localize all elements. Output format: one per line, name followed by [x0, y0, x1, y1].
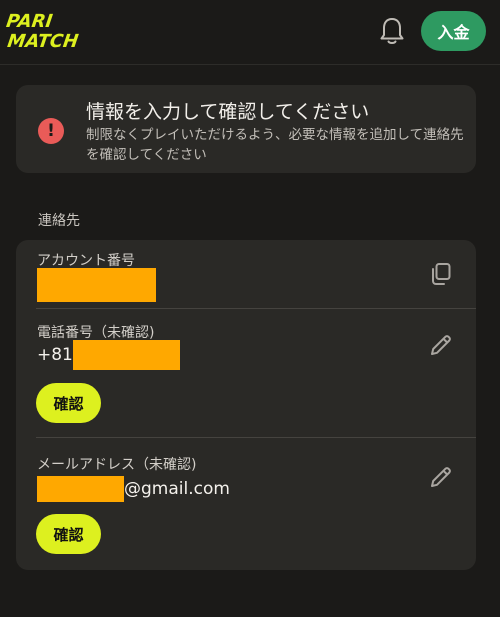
alert-title: 情報を入力して確認してください: [86, 101, 370, 123]
top-bar: PARI MATCH 入金: [0, 0, 500, 65]
pencil-icon[interactable]: [427, 463, 455, 491]
pencil-icon[interactable]: [427, 331, 455, 359]
account-number-label: アカウント番号: [37, 253, 135, 269]
divider: [36, 308, 476, 309]
email-value: @gmail.com: [37, 476, 230, 502]
verification-alert: ! 情報を入力して確認してください 制限なくプレイいただけるよう、必要な情報を追…: [16, 85, 476, 173]
svg-text:PARI: PARI: [6, 11, 54, 32]
phone-label: 電話番号（未確認): [37, 325, 155, 341]
section-title: 連絡先: [38, 213, 80, 229]
deposit-button[interactable]: 入金: [421, 11, 486, 51]
copy-icon[interactable]: [427, 260, 455, 288]
parimatch-logo[interactable]: PARI MATCH: [6, 10, 118, 50]
contact-card: アカウント番号 電話番号（未確認) +81 確認 メールアドレス（未確認) @g…: [16, 240, 476, 570]
phone-value: +81: [37, 340, 180, 370]
confirm-phone-button[interactable]: 確認: [36, 383, 101, 423]
divider: [36, 437, 476, 438]
redacted-block: [72, 340, 180, 370]
phone-prefix: +81: [37, 345, 73, 365]
redacted-block: [37, 268, 156, 302]
exclamation-icon: !: [38, 118, 64, 144]
confirm-email-button[interactable]: 確認: [36, 514, 101, 554]
svg-text:MATCH: MATCH: [6, 31, 80, 50]
email-label: メールアドレス（未確認): [37, 457, 197, 473]
bell-icon[interactable]: [378, 16, 406, 46]
alert-message: 制限なくプレイいただけるよう、必要な情報を追加して連絡先を確認してください: [86, 127, 464, 163]
email-suffix: @gmail.com: [124, 479, 230, 499]
account-number-value: [37, 268, 156, 302]
redacted-block: [37, 476, 124, 502]
